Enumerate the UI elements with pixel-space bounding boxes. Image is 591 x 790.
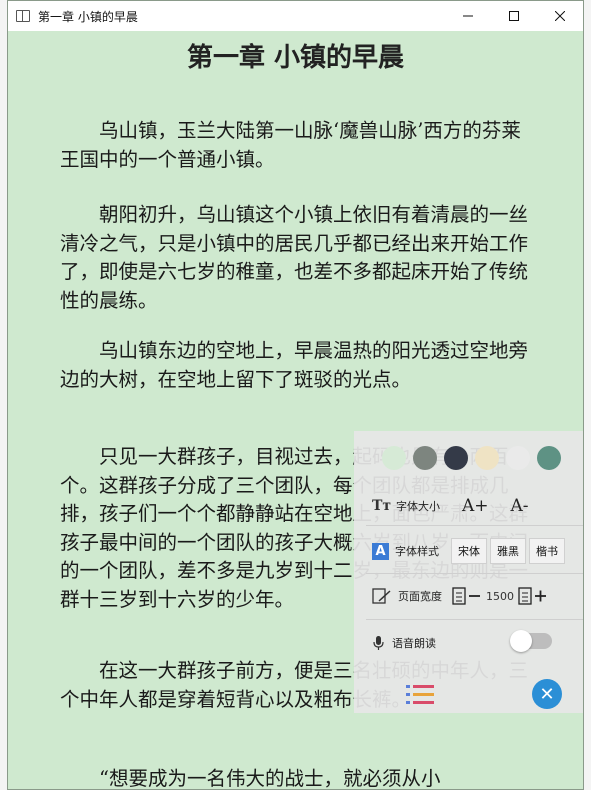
close-icon	[555, 11, 565, 21]
font-option-yahei[interactable]: 雅黑	[490, 538, 526, 564]
chapter-heading: 第一章 小镇的早晨	[186, 43, 405, 73]
voice-label: 语音朗读	[392, 637, 436, 650]
toggle-knob	[510, 630, 532, 652]
microphone-icon	[373, 636, 384, 650]
theme-swatch[interactable]	[413, 446, 437, 470]
maximize-icon	[509, 11, 519, 21]
close-panel-button[interactable]: ✕	[532, 679, 562, 709]
font-decrease-button[interactable]: A-	[511, 496, 529, 516]
page-width-value: 1500	[486, 589, 514, 603]
close-window-button[interactable]	[537, 1, 583, 31]
font-size-row: Tт 字体大小 A+ A-	[372, 486, 582, 526]
theme-swatch[interactable]	[382, 446, 406, 470]
theme-swatch[interactable]	[506, 446, 530, 470]
divider	[366, 525, 583, 526]
paragraph: 乌山镇，玉兰大陆第一山脉‘魔兽山脉’西方的芬莱王国中的一个普通小镇。	[60, 119, 521, 171]
title-bar: 第一章 小镇的早晨	[8, 1, 583, 31]
close-icon: ✕	[539, 683, 555, 705]
window-controls	[445, 1, 583, 31]
divider	[366, 619, 583, 620]
minimize-icon	[463, 15, 473, 17]
width-increase-icon[interactable]	[518, 587, 548, 605]
theme-swatch[interactable]	[475, 446, 499, 470]
catalog-icon[interactable]	[406, 684, 434, 706]
divider	[366, 573, 583, 574]
page-width-row: 页面宽度 1500	[372, 576, 582, 616]
width-decrease-icon[interactable]	[452, 587, 482, 605]
font-size-icon: Tт	[372, 498, 392, 514]
font-increase-button[interactable]: A+	[462, 496, 489, 516]
paragraph: “想要成为一名伟大的战士，就必须从小	[99, 767, 441, 790]
paragraph: 乌山镇东边的空地上，早晨温热的阳光透过空地旁边的大树，在空地上留下了斑驳的光点。	[60, 339, 529, 391]
window-title: 第一章 小镇的早晨	[38, 9, 138, 24]
voice-toggle[interactable]	[510, 630, 552, 652]
page-width-icon	[372, 588, 391, 604]
background-window-right	[584, 0, 591, 790]
settings-panel: Tт 字体大小 A+ A- A 字体样式 宋体 雅黑 楷书 页面宽度 1500	[354, 431, 583, 713]
reading-area[interactable]: 第一章 小镇的早晨 乌山镇，玉兰大陆第一山脉‘魔兽山脉’西方的芬莱王国中的一个普…	[8, 31, 583, 790]
font-style-row: A 字体样式 宋体 雅黑 楷书	[372, 531, 582, 571]
voice-row: 语音朗读	[372, 623, 582, 663]
minimize-button[interactable]	[445, 1, 491, 31]
font-size-label: 字体大小	[396, 500, 440, 513]
reader-window: 第一章 小镇的早晨 第一章 小镇的早晨 乌山镇，玉兰大陆第一山脉‘魔兽山脉’西方…	[7, 0, 584, 790]
theme-swatches	[382, 446, 561, 470]
paragraph: 朝阳初升，乌山镇这个小镇上依旧有着清晨的一丝清冷之气，只是小镇中的居民几乎都已经…	[60, 203, 529, 312]
font-option-kaishu[interactable]: 楷书	[529, 538, 565, 564]
maximize-button[interactable]	[491, 1, 537, 31]
theme-swatch[interactable]	[444, 446, 468, 470]
font-style-label: 字体样式	[395, 545, 439, 558]
page-width-label: 页面宽度	[398, 590, 442, 603]
book-icon	[16, 10, 30, 22]
font-style-icon: A	[372, 542, 389, 560]
font-option-songti[interactable]: 宋体	[451, 538, 487, 564]
theme-swatch[interactable]	[537, 446, 561, 470]
